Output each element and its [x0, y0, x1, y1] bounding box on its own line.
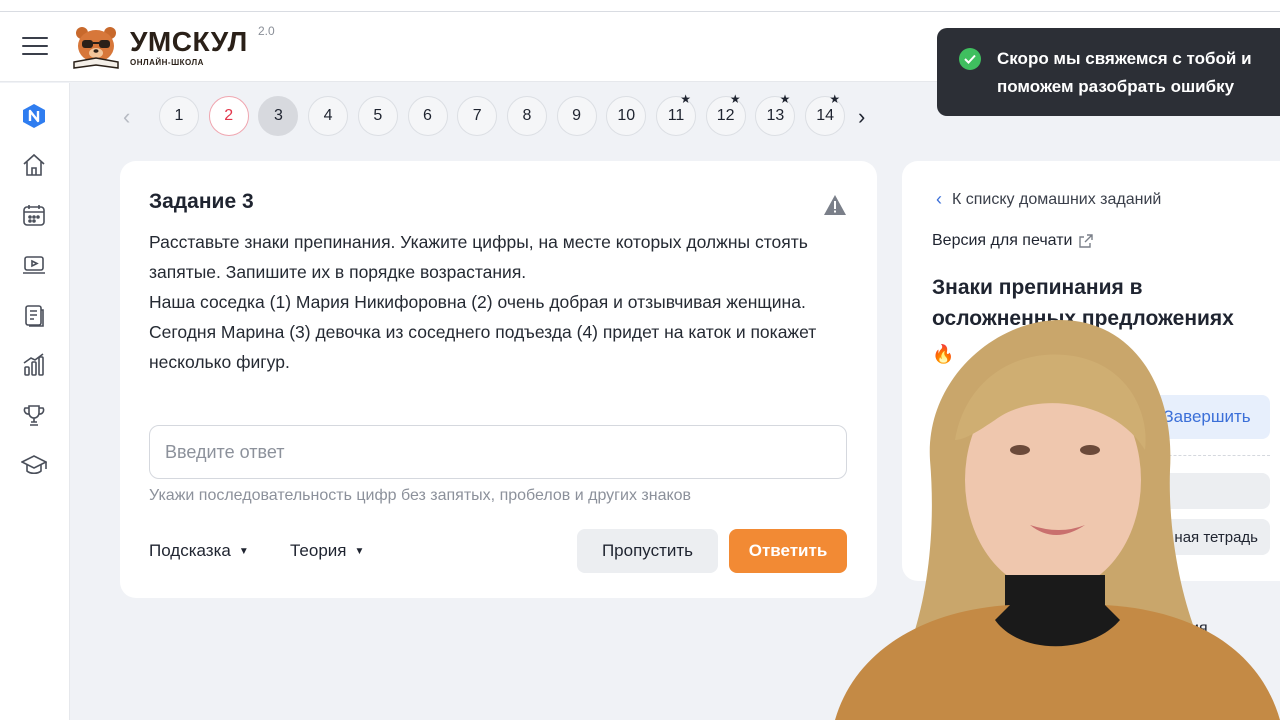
star-icon: ★: [779, 92, 791, 106]
calendar-icon[interactable]: [20, 201, 48, 229]
logo-title: УМСКУЛ: [130, 25, 248, 57]
logo-subtitle: ОНЛАЙН-ШКОЛА: [130, 57, 204, 67]
logo-version: 2.0: [258, 23, 275, 38]
presenter-video-overlay: [835, 320, 1280, 720]
hint-dropdown-label: Подсказка: [149, 541, 231, 560]
page-number: 4: [323, 107, 333, 124]
page-button-12[interactable]: 12 ★: [705, 92, 746, 136]
home-icon[interactable]: [20, 151, 48, 179]
page-number: 12: [716, 107, 735, 124]
task-sentence-1: Наша соседка (1) Мария Никифоровна (2) о…: [149, 292, 806, 312]
page-number: 7: [472, 107, 482, 124]
page-button-5[interactable]: 5: [357, 96, 398, 136]
page-number: 13: [766, 107, 785, 124]
report-warning-icon[interactable]: [823, 194, 847, 216]
graduation-cap-icon[interactable]: [20, 451, 48, 479]
page-number: 2: [224, 107, 234, 124]
answer-button[interactable]: Ответить: [729, 529, 847, 573]
star-icon: ★: [680, 92, 691, 106]
page-number: 8: [522, 107, 532, 124]
task-instruction: Расставьте знаки препинания. Укажите циф…: [149, 232, 808, 282]
theory-dropdown[interactable]: Теория ▼: [290, 541, 364, 561]
browser-top-strip: [0, 0, 1280, 12]
task-title: Задание 3: [149, 190, 254, 213]
star-icon: ★: [829, 92, 841, 106]
page-button-1[interactable]: 1: [159, 96, 199, 136]
trophy-icon[interactable]: [20, 401, 48, 429]
page-number: 14: [816, 107, 834, 124]
page-button-3[interactable]: 3: [258, 96, 299, 136]
page-number: 11: [667, 107, 685, 124]
page-number: 6: [423, 107, 432, 124]
task-sentence-2: Сегодня Марина (3) девочка из соседнего …: [149, 322, 817, 372]
caret-down-icon: ▼: [238, 545, 249, 557]
page-button-13[interactable]: 13 ★: [755, 92, 796, 136]
answer-input[interactable]: [149, 425, 847, 479]
task-card: Задание 3 Расставьте знаки препинания. У…: [120, 161, 877, 598]
page-button-14[interactable]: 14 ★: [805, 92, 846, 136]
pager-prev-icon[interactable]: ‹: [123, 104, 130, 130]
sidebar: [0, 83, 70, 720]
page-button-7[interactable]: 7: [457, 96, 498, 136]
back-to-homework-link[interactable]: ‹ К списку домашних заданий: [936, 189, 1161, 210]
logo[interactable]: УМСКУЛ ОНЛАЙН-ШКОЛА 2.0: [70, 22, 275, 72]
stats-icon[interactable]: [20, 351, 48, 379]
notification-toast: Скоро мы свяжемся с тобой и поможем разо…: [937, 28, 1280, 116]
hint-dropdown[interactable]: Подсказка ▼: [149, 541, 249, 561]
bear-logo-icon: [73, 27, 119, 69]
menu-burger-icon[interactable]: [22, 37, 48, 57]
answer-hint: Укажи последовательность цифр без запяты…: [149, 487, 692, 504]
theory-dropdown-label: Теория: [290, 541, 347, 560]
star-icon: ★: [729, 92, 741, 106]
print-link-label: Версия для печати: [932, 232, 1073, 249]
task-text: Расставьте знаки препинания. Укажите циф…: [149, 227, 849, 377]
pager-next-icon[interactable]: ›: [858, 104, 865, 130]
external-link-icon: [1079, 234, 1094, 248]
toast-message: Скоро мы свяжемся с тобой и поможем разо…: [997, 49, 1252, 96]
page-button-4[interactable]: 4: [308, 96, 349, 136]
page-button-10[interactable]: 10: [606, 96, 647, 136]
page-number: 10: [617, 107, 636, 124]
caret-down-icon: ▼: [354, 545, 365, 557]
page-button-11[interactable]: 11 ★: [656, 92, 696, 136]
chevron-left-icon: ‹: [936, 189, 942, 209]
skip-button[interactable]: Пропустить: [577, 529, 718, 573]
check-circle-icon: [959, 48, 981, 70]
homework-icon[interactable]: [20, 301, 48, 329]
page-button-8[interactable]: 8: [506, 96, 547, 136]
page-button-9[interactable]: 9: [556, 96, 597, 136]
page-number: 3: [273, 107, 283, 124]
page-number: 5: [373, 107, 383, 124]
print-version-link[interactable]: Версия для печати: [932, 232, 1094, 250]
back-link-label: К списку домашних заданий: [952, 190, 1162, 208]
page-number: 9: [572, 107, 582, 124]
page-button-2[interactable]: 2: [208, 96, 249, 136]
page-button-6[interactable]: 6: [407, 96, 448, 136]
video-lesson-icon[interactable]: [20, 251, 48, 279]
page-number: 1: [174, 107, 184, 124]
brand-n-icon[interactable]: [20, 102, 48, 130]
